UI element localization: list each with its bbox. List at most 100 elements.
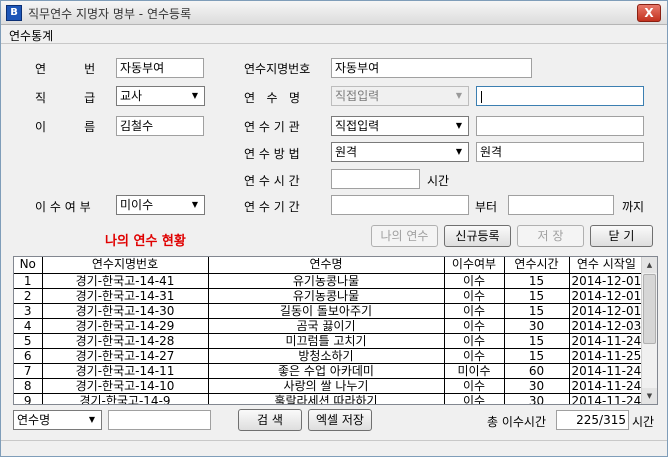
table-cell: 이수 <box>444 348 505 364</box>
table-cell: 경기-한국고-14-10 <box>42 378 209 394</box>
serial-field[interactable]: 자동부여 <box>116 58 204 78</box>
course-name-select-value: 직접입력 <box>335 89 380 103</box>
my-courses-button[interactable]: 나의 연수 <box>371 225 438 247</box>
table-cell: 3 <box>14 303 43 319</box>
column-header[interactable]: 연수 시작일 <box>569 257 645 274</box>
completion-label: 이 수 여 부 <box>35 200 91 214</box>
nominee-no-field[interactable]: 자동부여 <box>331 58 532 78</box>
period-to-suffix: 까지 <box>622 200 645 214</box>
chevron-down-icon: ▼ <box>455 147 463 156</box>
table-cell: 7 <box>14 363 43 379</box>
excel-save-button[interactable]: 엑셀 저장 <box>308 409 372 431</box>
table-row[interactable]: 6 경기-한국고-14-27 방청소하기 이수 15 2014-11-25 <box>14 348 645 364</box>
table-cell: 8 <box>14 378 43 394</box>
table-row[interactable]: 9 경기-한국고-14-9 훌랄라세션 따라하기 이수 30 2014-11-24 <box>14 393 645 404</box>
column-header[interactable]: 연수시간 <box>504 257 570 274</box>
table-cell: 이수 <box>444 378 505 394</box>
table-cell: 이수 <box>444 318 505 334</box>
menu-item-stats[interactable]: 연수통계 <box>9 27 53 44</box>
save-button[interactable]: 저 장 <box>517 225 584 247</box>
table-row[interactable]: 3 경기-한국고-14-30 길동이 돌보아주기 이수 15 2014-12-01 <box>14 303 645 319</box>
period-from-input[interactable] <box>331 195 469 215</box>
name-label: 이 름 <box>35 120 96 134</box>
table-cell: 60 <box>504 363 570 379</box>
new-register-button[interactable]: 신규등록 <box>444 225 511 247</box>
rank-select[interactable]: 교사 ▼ <box>116 86 205 106</box>
column-header[interactable]: 연수명 <box>208 257 445 274</box>
table-cell: 5 <box>14 333 43 349</box>
table-cell: 경기-한국고-14-28 <box>42 333 209 349</box>
search-field-select[interactable]: 연수명 ▼ <box>13 410 102 430</box>
table-cell: 15 <box>504 288 570 304</box>
table-cell: 경기-한국고-14-29 <box>42 318 209 334</box>
completion-select[interactable]: 미이수 ▼ <box>116 195 205 215</box>
table-cell: 6 <box>14 348 43 364</box>
period-to-input[interactable] <box>508 195 614 215</box>
institution-input[interactable] <box>476 116 644 136</box>
table-row[interactable]: 7 경기-한국고-14-11 좋은 수업 아카데미 미이수 60 2014-11-24 <box>14 363 645 379</box>
menu-bar: 연수통계 <box>1 25 667 44</box>
table-cell: 곰국 끓이기 <box>208 318 445 334</box>
table-row[interactable]: 4 경기-한국고-14-29 곰국 끓이기 이수 30 2014-12-03 <box>14 318 645 334</box>
close-button[interactable]: 닫 기 <box>590 225 653 247</box>
institution-select[interactable]: 직접입력 ▼ <box>331 116 469 136</box>
table-cell: 이수 <box>444 333 505 349</box>
method-input[interactable]: 원격 <box>476 142 644 162</box>
method-select[interactable]: 원격 ▼ <box>331 142 469 162</box>
total-hours-unit: 시간 <box>632 415 655 429</box>
title-bar[interactable]: B 직무연수 지명자 명부 - 연수등록 X <box>1 1 667 25</box>
table-cell: 사랑의 쌀 나누기 <box>208 378 445 394</box>
scroll-down-icon[interactable]: ▼ <box>642 388 657 404</box>
table-cell: 유기농콩나물 <box>208 273 445 289</box>
table-cell: 2014-11-25 <box>569 348 645 364</box>
hours-input[interactable] <box>331 169 420 189</box>
search-input[interactable] <box>108 410 211 430</box>
name-field[interactable]: 김철수 <box>116 116 204 136</box>
course-name-label: 연 수 명 <box>244 91 301 105</box>
table-cell: 2014-12-03 <box>569 318 645 334</box>
table-cell: 9 <box>14 393 43 404</box>
close-window-button[interactable]: X <box>637 4 661 22</box>
table-cell: 경기-한국고-14-9 <box>42 393 209 404</box>
table-row[interactable]: 8 경기-한국고-14-10 사랑의 쌀 나누기 이수 30 2014-11-24 <box>14 378 645 394</box>
period-label: 연 수 기 간 <box>244 200 300 214</box>
table-cell: 좋은 수업 아카데미 <box>208 363 445 379</box>
table-cell: 15 <box>504 348 570 364</box>
institution-select-value: 직접입력 <box>335 119 380 133</box>
course-name-input[interactable] <box>476 86 644 106</box>
table-cell: 경기-한국고-14-30 <box>42 303 209 319</box>
column-header[interactable]: No <box>14 257 43 274</box>
table-cell: 2014-12-01 <box>569 273 645 289</box>
course-name-select[interactable]: 직접입력 ▼ <box>331 86 469 106</box>
table-cell: 이수 <box>444 393 505 404</box>
table-header-row: No 연수지명번호 연수명 이수여부 연수시간 연수 시작일 <box>14 257 645 274</box>
table-cell: 미이수 <box>444 363 505 379</box>
institution-label: 연 수 기 관 <box>244 120 300 134</box>
hours-label: 연 수 시 간 <box>244 174 300 188</box>
table-cell: 유기농콩나물 <box>208 288 445 304</box>
scroll-up-icon[interactable]: ▲ <box>642 257 657 273</box>
table-cell: 15 <box>504 273 570 289</box>
nominee-no-label: 연수지명번호 <box>244 62 311 76</box>
table-cell: 30 <box>504 318 570 334</box>
window-title: 직무연수 지명자 명부 - 연수등록 <box>28 7 192 21</box>
search-button[interactable]: 검 색 <box>238 409 302 431</box>
rank-label: 직 급 <box>35 91 96 105</box>
table-cell: 2014-11-24 <box>569 333 645 349</box>
column-header[interactable]: 이수여부 <box>444 257 505 274</box>
form-area: 연 번 자동부여 연수지명번호 자동부여 직 급 교사 ▼ 연 수 명 직접입력… <box>1 44 667 456</box>
table-row[interactable]: 1 경기-한국고-14-41 유기농콩나물 이수 15 2014-12-01 <box>14 273 645 289</box>
course-table-body: No 연수지명번호 연수명 이수여부 연수시간 연수 시작일 1 경기-한국고-1… <box>14 257 645 404</box>
table-cell: 2014-11-24 <box>569 393 645 404</box>
column-header[interactable]: 연수지명번호 <box>42 257 209 274</box>
table-row[interactable]: 2 경기-한국고-14-31 유기농콩나물 이수 15 2014-12-01 <box>14 288 645 304</box>
table-cell: 2014-12-01 <box>569 288 645 304</box>
method-label: 연 수 방 법 <box>244 147 300 161</box>
table-row[interactable]: 5 경기-한국고-14-28 미끄럼틀 고치기 이수 15 2014-11-24 <box>14 333 645 349</box>
method-select-value: 원격 <box>335 145 358 159</box>
table-cell: 4 <box>14 318 43 334</box>
course-table[interactable]: No 연수지명번호 연수명 이수여부 연수시간 연수 시작일 1 경기-한국고-1… <box>13 256 658 405</box>
vertical-scrollbar[interactable]: ▲ ▼ <box>641 257 657 404</box>
chevron-down-icon: ▼ <box>191 91 199 100</box>
scroll-thumb[interactable] <box>643 274 656 344</box>
